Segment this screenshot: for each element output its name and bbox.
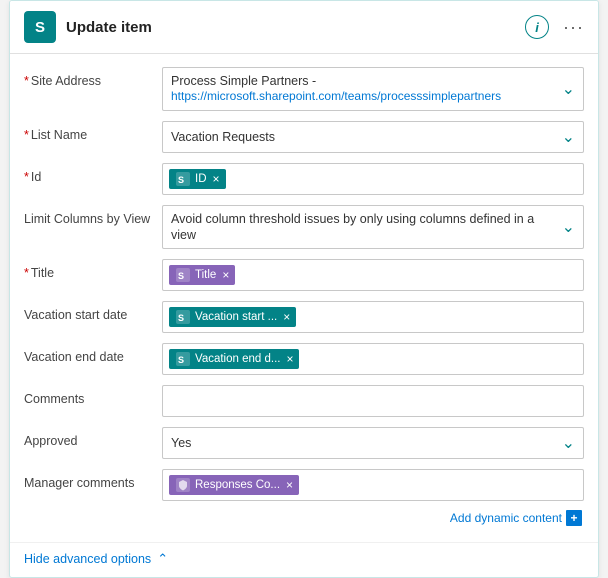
required-star: * (24, 128, 29, 142)
chevron-down-icon: ⌄ (555, 217, 575, 237)
value-manager-comments: Responses Co... × (162, 469, 584, 501)
limit-columns-dropdown[interactable]: Avoid column threshold issues by only us… (162, 205, 584, 250)
site-address-text: Process Simple Partners - https://micros… (171, 73, 501, 105)
shield-icon (175, 477, 191, 493)
tag-close-title[interactable]: × (222, 268, 229, 282)
label-site-address: *Site Address (24, 67, 162, 88)
sharepoint-icon: S (175, 351, 191, 367)
tag-vacation-end: S Vacation end d... × (169, 349, 299, 369)
label-title: *Title (24, 259, 162, 280)
page-title: Update item (66, 19, 152, 36)
add-dynamic-content-label: Add dynamic content (450, 511, 562, 525)
label-id: *Id (24, 163, 162, 184)
tag-title: S Title × (169, 265, 235, 285)
label-list-name: *List Name (24, 121, 162, 142)
dynamic-content-row[interactable]: Add dynamic content + (24, 506, 584, 530)
field-row-manager-comments: Manager comments Responses Co... × (24, 464, 584, 506)
chevron-down-icon: ⌄ (555, 127, 575, 147)
info-icon[interactable]: i (525, 15, 549, 39)
form-body: *Site Address Process Simple Partners - … (10, 54, 598, 542)
field-row-comments: Comments (24, 380, 584, 422)
sharepoint-purple-icon: S (175, 267, 191, 283)
label-comments: Comments (24, 385, 162, 406)
value-title: S Title × (162, 259, 584, 291)
approved-dropdown[interactable]: Yes ⌄ (162, 427, 584, 459)
card-header: S Update item i ··· (10, 1, 598, 54)
more-options-icon[interactable]: ··· (563, 17, 584, 38)
title-tag-field[interactable]: S Title × (162, 259, 584, 291)
site-address-dropdown[interactable]: Process Simple Partners - https://micros… (162, 67, 584, 111)
label-approved: Approved (24, 427, 162, 448)
chevron-up-icon: ⌃ (157, 551, 168, 567)
tag-close-vacation-start[interactable]: × (283, 310, 290, 324)
sharepoint-icon: S (175, 309, 191, 325)
tag-close-id[interactable]: × (213, 172, 220, 186)
tag-close-manager-comments[interactable]: × (286, 478, 293, 492)
chevron-down-icon: ⌄ (555, 433, 575, 453)
update-item-card: S Update item i ··· *Site Address Proces… (9, 0, 599, 578)
chevron-down-icon: ⌄ (555, 79, 575, 99)
svg-text:S: S (178, 355, 184, 365)
required-star: * (24, 74, 29, 88)
manager-comments-tag-field[interactable]: Responses Co... × (162, 469, 584, 501)
list-name-dropdown[interactable]: Vacation Requests ⌄ (162, 121, 584, 153)
tag-vacation-start: S Vacation start ... × (169, 307, 296, 327)
tag-manager-comments: Responses Co... × (169, 475, 299, 495)
svg-text:S: S (178, 313, 184, 323)
hide-advanced-label: Hide advanced options (24, 552, 151, 566)
approved-text: Yes (171, 435, 191, 451)
field-row-vacation-start: Vacation start date S Vacation start ...… (24, 296, 584, 338)
value-id: S ID × (162, 163, 584, 195)
label-manager-comments: Manager comments (24, 469, 162, 490)
value-vacation-start: S Vacation start ... × (162, 301, 584, 333)
hide-advanced-options[interactable]: Hide advanced options ⌃ (10, 542, 598, 577)
label-vacation-start: Vacation start date (24, 301, 162, 322)
field-row-approved: Approved Yes ⌄ (24, 422, 584, 464)
field-row-limit-columns: Limit Columns by View Avoid column thres… (24, 200, 584, 255)
value-limit-columns: Avoid column threshold issues by only us… (162, 205, 584, 250)
app-logo: S (24, 11, 56, 43)
id-tag-field[interactable]: S ID × (162, 163, 584, 195)
header-left: S Update item (24, 11, 152, 43)
sharepoint-icon: S (175, 171, 191, 187)
field-row-vacation-end: Vacation end date S Vacation end d... × (24, 338, 584, 380)
vacation-end-tag-field[interactable]: S Vacation end d... × (162, 343, 584, 375)
comments-field[interactable] (162, 385, 584, 417)
limit-columns-hint: Avoid column threshold issues by only us… (171, 211, 555, 244)
required-star: * (24, 266, 29, 280)
field-row-id: *Id S ID × (24, 158, 584, 200)
header-right: i ··· (525, 15, 584, 39)
required-star: * (24, 170, 29, 184)
value-vacation-end: S Vacation end d... × (162, 343, 584, 375)
value-list-name: Vacation Requests ⌄ (162, 121, 584, 153)
label-vacation-end: Vacation end date (24, 343, 162, 364)
vacation-start-tag-field[interactable]: S Vacation start ... × (162, 301, 584, 333)
plus-icon: + (566, 510, 582, 526)
tag-id: S ID × (169, 169, 226, 189)
svg-text:S: S (178, 271, 184, 281)
value-comments (162, 385, 584, 417)
list-name-text: Vacation Requests (171, 129, 275, 145)
svg-text:S: S (178, 175, 184, 185)
field-row-list-name: *List Name Vacation Requests ⌄ (24, 116, 584, 158)
value-site-address: Process Simple Partners - https://micros… (162, 67, 584, 111)
field-row-title: *Title S Title × (24, 254, 584, 296)
label-limit-columns: Limit Columns by View (24, 205, 162, 226)
field-row-site-address: *Site Address Process Simple Partners - … (24, 62, 584, 116)
tag-close-vacation-end[interactable]: × (286, 352, 293, 366)
value-approved: Yes ⌄ (162, 427, 584, 459)
